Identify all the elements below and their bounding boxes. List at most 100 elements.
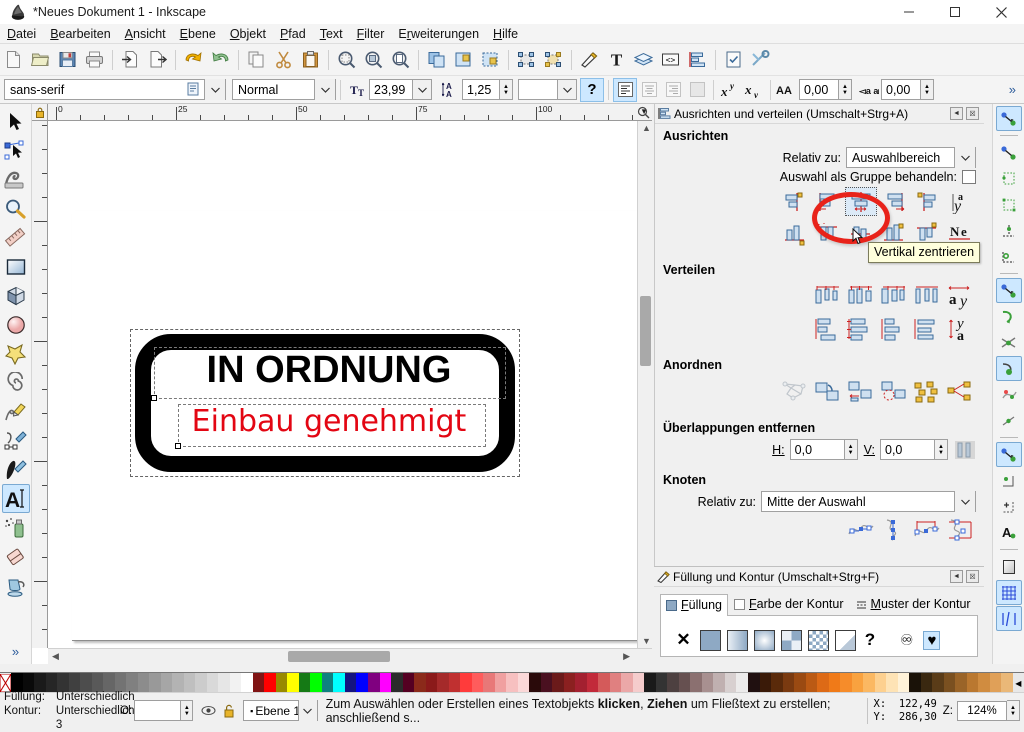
distribute-gaps-horizontally-button[interactable] [911,282,943,311]
palette-color-swatch[interactable] [1001,673,1013,693]
tweak-tool[interactable] [2,165,30,194]
distribute-top-edges-button[interactable] [812,314,844,343]
palette-color-swatch[interactable] [679,673,691,693]
no-paint-button[interactable]: ✕ [673,630,694,650]
line-spacing-unit-arrow[interactable] [558,79,577,100]
text-anchor-vertical-button[interactable]: ay [944,187,976,216]
palette-color-swatch[interactable] [310,673,322,693]
graph-layout-button[interactable] [779,377,811,406]
align-right-edges-to-left-anchor-button[interactable] [779,187,811,216]
palette-color-swatch[interactable] [391,673,403,693]
palette-color-swatch[interactable] [253,673,265,693]
letter-spacing-stepper[interactable]: ▲▼ [839,79,852,100]
palette-color-swatch[interactable] [149,673,161,693]
snap-page-border[interactable] [996,554,1022,579]
pencil-tool[interactable] [2,397,30,426]
distribute-text-anchors-horizontally-button[interactable]: ay [944,282,976,311]
remove-overlaps-button[interactable] [954,440,976,460]
line-spacing-input[interactable]: 1,25 [462,79,500,100]
palette-color-swatch[interactable] [967,673,979,693]
snap-object-centers[interactable] [996,468,1022,493]
spray-tool[interactable] [2,513,30,542]
menu-text[interactable]: Text [313,25,350,43]
unlock-icon[interactable] [223,704,235,718]
distribute-gaps-vertically-button[interactable] [911,314,943,343]
palette-color-swatch[interactable] [207,673,219,693]
palette-color-swatch[interactable] [483,673,495,693]
overlap-v-input[interactable]: 0,0 [880,439,935,460]
superscript-icon[interactable]: xy [718,78,742,102]
snap-bbox-corners[interactable] [996,192,1022,217]
word-spacing-input[interactable]: 0,00 [881,79,921,100]
fill-stroke-dialog-icon[interactable] [577,47,602,73]
undo-icon[interactable] [181,47,206,73]
font-size-input[interactable]: 23,99 [369,79,413,100]
eraser-tool[interactable] [2,542,30,571]
chevron-down-icon[interactable] [954,147,975,168]
drawing-canvas[interactable]: IN ORDNUNG Einbau genehmigt [48,121,652,648]
align-left-edges-to-right-anchor-button[interactable] [911,187,943,216]
palette-color-swatch[interactable] [760,673,772,693]
palette-color-swatch[interactable] [713,673,725,693]
center-on-vertical-axis-button[interactable] [845,187,877,216]
align-left-edges-button[interactable] [812,187,844,216]
export-icon[interactable] [145,47,170,73]
align-center-icon[interactable] [637,78,661,102]
palette-color-swatch[interactable] [472,673,484,693]
snap-bbox-centers[interactable] [996,244,1022,269]
snap-others[interactable] [996,442,1022,467]
duplicate-icon[interactable] [424,47,449,73]
paint-bucket-tool[interactable] [2,571,30,600]
palette-color-swatch[interactable] [863,673,875,693]
exchange-positions-clockwise-button[interactable] [878,377,910,406]
palette-color-swatch[interactable] [575,673,587,693]
font-size-unit-icon[interactable]: TT [345,78,369,102]
selector-tool[interactable] [2,107,30,136]
node-tool[interactable] [2,136,30,165]
palette-color-swatch[interactable] [437,673,449,693]
snap-nodes-paths[interactable] [996,278,1022,303]
text-anchor-handle-line1[interactable] [151,395,157,401]
box3d-tool[interactable] [2,281,30,310]
palette-color-swatch[interactable] [322,673,334,693]
scroll-down-arrow[interactable]: ▼ [642,636,651,646]
palette-color-swatch[interactable] [230,673,242,693]
xml-editor-icon[interactable]: <> [658,47,683,73]
palette-color-swatch[interactable] [633,673,645,693]
flat-color-button[interactable] [700,630,721,651]
align-nodes-horizontally-button[interactable] [845,515,877,544]
menu-ebene[interactable]: Ebene [173,25,223,43]
letter-spacing-input[interactable]: 0,00 [799,79,839,100]
zoom-input[interactable]: 124% [957,701,1007,721]
spiral-tool[interactable] [2,368,30,397]
menu-objekt[interactable]: Objekt [223,25,273,43]
align-justify-icon[interactable] [685,78,709,102]
palette-color-swatch[interactable] [875,673,887,693]
ruler-lock-icon[interactable] [32,104,48,121]
distribute-text-baselines-vertically-button[interactable]: ya [944,314,976,343]
palette-color-swatch[interactable] [403,673,415,693]
preferences-icon[interactable] [748,47,773,73]
measure-tool[interactable] [2,223,30,252]
snap-guides[interactable] [996,606,1022,631]
horizontal-scroll-thumb[interactable] [288,651,390,662]
font-size-dropdown-arrow[interactable] [413,79,432,100]
palette-color-swatch[interactable] [276,673,288,693]
import-icon[interactable] [118,47,143,73]
distribute-bottom-edges-button[interactable] [878,314,910,343]
menu-ansicht[interactable]: Ansicht [118,25,173,43]
palette-color-swatch[interactable] [587,673,599,693]
palette-color-swatch[interactable] [886,673,898,693]
unknown-mode-button[interactable]: ? [580,78,604,102]
nonzero-fill-rule-button[interactable]: ♾ [900,631,913,649]
ellipse-tool[interactable] [2,310,30,339]
palette-color-swatch[interactable] [529,673,541,693]
distribute-nodes-vertically-button[interactable] [944,515,976,544]
palette-scroll-left-button[interactable]: ◀ [1013,673,1024,693]
snap-path-intersections[interactable] [996,330,1022,355]
palette-color-swatch[interactable] [771,673,783,693]
palette-color-swatch[interactable] [495,673,507,693]
distribute-nodes-horizontally-button[interactable] [911,515,943,544]
stamp-text-line1[interactable]: IN ORDNUNG [158,351,500,389]
group-icon[interactable] [451,47,476,73]
